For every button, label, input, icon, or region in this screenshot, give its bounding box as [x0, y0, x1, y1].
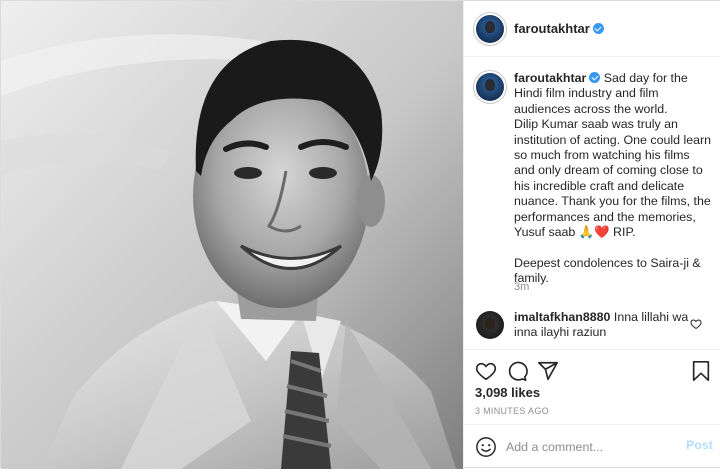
comment-item: imaltafkhan8880 Inna lillahi wa inna ila…	[464, 303, 720, 349]
post-comment-button[interactable]: Post	[686, 438, 713, 452]
author-avatar[interactable]	[476, 15, 504, 43]
posted-time[interactable]: 3 MINUTES AGO	[475, 406, 549, 416]
commenter-avatar[interactable]	[476, 311, 504, 339]
post-actions: 3,098 likes 3 MINUTES AGO	[464, 349, 720, 429]
comment-icon[interactable]	[506, 360, 528, 382]
verified-badge-icon	[592, 23, 604, 34]
caption-text: Sad day for the Hindi film industry and …	[514, 71, 711, 286]
caption-block: faroutakhtar Sad day for the Hindi film …	[464, 57, 720, 301]
post-header: faroutakhtar	[464, 1, 720, 57]
share-icon[interactable]	[537, 360, 559, 382]
likes-count[interactable]: 3,098 likes	[475, 385, 540, 400]
author-username[interactable]: faroutakhtar	[514, 21, 604, 36]
verified-badge-icon	[589, 72, 601, 83]
comment-text: imaltafkhan8880 Inna lillahi wa inna ila…	[514, 310, 692, 341]
commenter-username[interactable]: imaltafkhan8880	[514, 310, 610, 324]
post-modal: faroutakhtar faroutakhtar Sad day for th…	[0, 0, 720, 469]
caption-age[interactable]: 3m	[514, 281, 529, 293]
post-details-panel: faroutakhtar faroutakhtar Sad day for th…	[463, 1, 720, 469]
bookmark-icon[interactable]	[690, 360, 712, 382]
post-photo[interactable]	[1, 1, 463, 469]
heart-icon[interactable]	[475, 360, 497, 382]
caption-author-avatar[interactable]	[476, 73, 504, 101]
portrait-image	[1, 1, 463, 469]
caption: faroutakhtar Sad day for the Hindi film …	[514, 71, 712, 287]
comment-like-heart-icon[interactable]	[690, 318, 702, 330]
emoji-icon[interactable]	[475, 436, 497, 458]
comment-input[interactable]	[506, 437, 676, 457]
add-comment-bar: Post	[464, 424, 720, 469]
caption-username[interactable]: faroutakhtar	[514, 71, 586, 85]
